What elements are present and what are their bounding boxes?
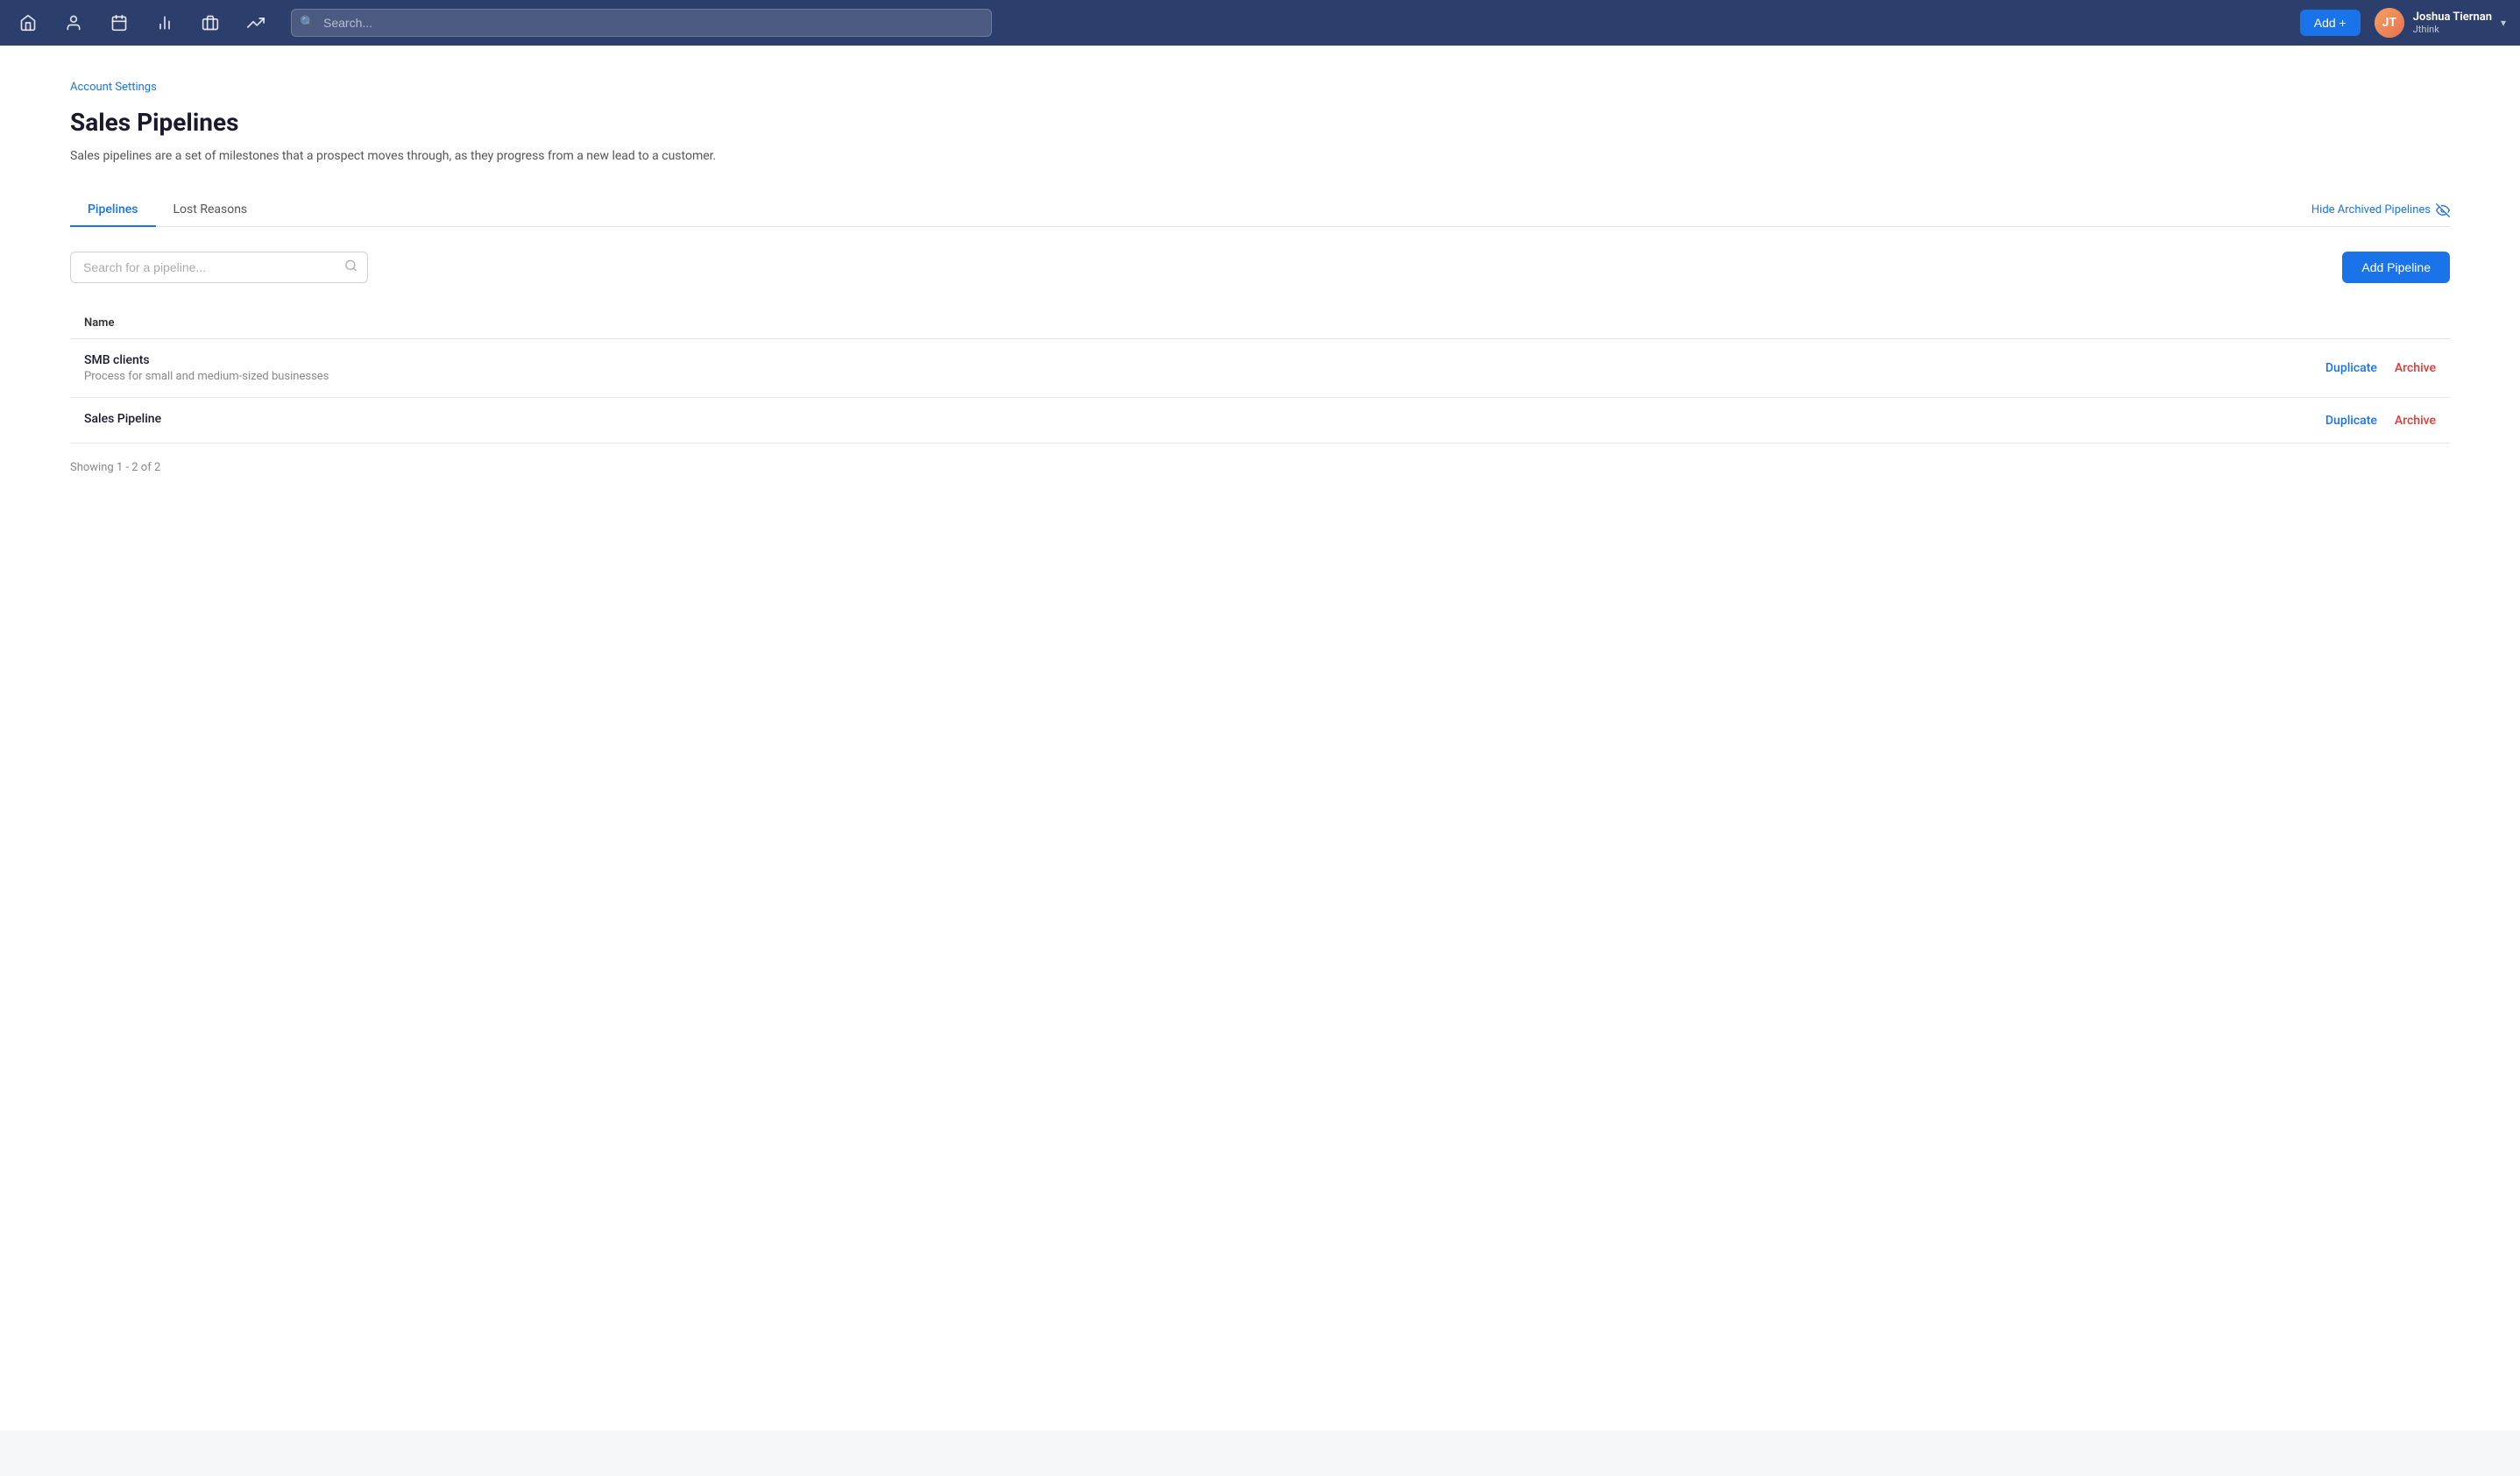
- pipeline-name: Sales Pipeline: [84, 412, 1634, 426]
- navbar-right: Add + JT Joshua Tiernan Jthink ▾: [2300, 8, 2506, 38]
- pipeline-actions-cell: Duplicate Archive: [1648, 398, 2450, 444]
- search-icon: 🔍: [300, 16, 315, 30]
- duplicate-sales-button[interactable]: Duplicate: [2325, 414, 2377, 428]
- archive-sales-button[interactable]: Archive: [2395, 414, 2436, 428]
- home-icon[interactable]: [14, 9, 42, 37]
- table-header-row: Name: [70, 308, 2450, 339]
- user-name: Joshua Tiernan: [2413, 11, 2492, 25]
- hide-archived-label: Hide Archived Pipelines: [2311, 203, 2431, 216]
- tabs-container: Pipelines Lost Reasons Hide Archived Pip…: [70, 194, 2450, 227]
- global-search[interactable]: 🔍: [291, 9, 992, 37]
- nav-icons-group: [14, 9, 270, 37]
- person-icon[interactable]: [60, 9, 88, 37]
- chevron-down-icon: ▾: [2501, 17, 2506, 29]
- navbar: 🔍 Add + JT Joshua Tiernan Jthink ▾: [0, 0, 2520, 46]
- main-content: Account Settings Sales Pipelines Sales p…: [0, 46, 2520, 1430]
- column-name: Name: [70, 308, 1648, 339]
- table-row: SMB clients Process for small and medium…: [70, 339, 2450, 398]
- showing-count: Showing 1 - 2 of 2: [70, 461, 2450, 474]
- pipeline-search-input[interactable]: [70, 252, 368, 283]
- page-title: Sales Pipelines: [70, 108, 2450, 137]
- tab-lost-reasons[interactable]: Lost Reasons: [156, 194, 265, 227]
- page-description: Sales pipelines are a set of milestones …: [70, 147, 2450, 166]
- chart-icon[interactable]: [151, 9, 179, 37]
- pipeline-name: SMB clients: [84, 353, 1634, 367]
- tabs-left: Pipelines Lost Reasons: [70, 194, 265, 226]
- briefcase-icon[interactable]: [196, 9, 224, 37]
- duplicate-smb-button[interactable]: Duplicate: [2325, 361, 2377, 375]
- add-button[interactable]: Add +: [2300, 10, 2361, 36]
- avatar: JT: [2375, 8, 2404, 38]
- archive-smb-button[interactable]: Archive: [2395, 361, 2436, 375]
- breadcrumb[interactable]: Account Settings: [70, 81, 2450, 94]
- pipeline-search-wrapper: [70, 252, 368, 283]
- table-actions: Duplicate Archive: [1662, 361, 2436, 375]
- tab-pipelines[interactable]: Pipelines: [70, 194, 156, 227]
- pipeline-actions-cell: Duplicate Archive: [1648, 339, 2450, 398]
- eye-slash-icon: [2436, 203, 2450, 217]
- calendar-icon[interactable]: [105, 9, 133, 37]
- add-pipeline-button[interactable]: Add Pipeline: [2342, 252, 2450, 283]
- table-row: Sales Pipeline Duplicate Archive: [70, 398, 2450, 444]
- pipeline-cell: SMB clients Process for small and medium…: [70, 339, 1648, 398]
- column-actions: [1648, 308, 2450, 339]
- user-subtitle: Jthink: [2413, 24, 2492, 35]
- pipeline-search-icon: [344, 259, 357, 276]
- table-actions: Duplicate Archive: [1662, 414, 2436, 428]
- trending-icon[interactable]: [242, 9, 270, 37]
- pipeline-cell: Sales Pipeline: [70, 398, 1648, 444]
- tabs-right: Hide Archived Pipelines: [2311, 203, 2450, 217]
- pipelines-table: Name SMB clients Process for small and m…: [70, 308, 2450, 444]
- user-menu[interactable]: JT Joshua Tiernan Jthink ▾: [2375, 8, 2506, 38]
- toolbar: Add Pipeline: [70, 252, 2450, 283]
- pipeline-description: Process for small and medium-sized busin…: [84, 370, 1634, 383]
- search-input[interactable]: [291, 9, 992, 37]
- hide-archived-pipelines-button[interactable]: Hide Archived Pipelines: [2311, 203, 2450, 217]
